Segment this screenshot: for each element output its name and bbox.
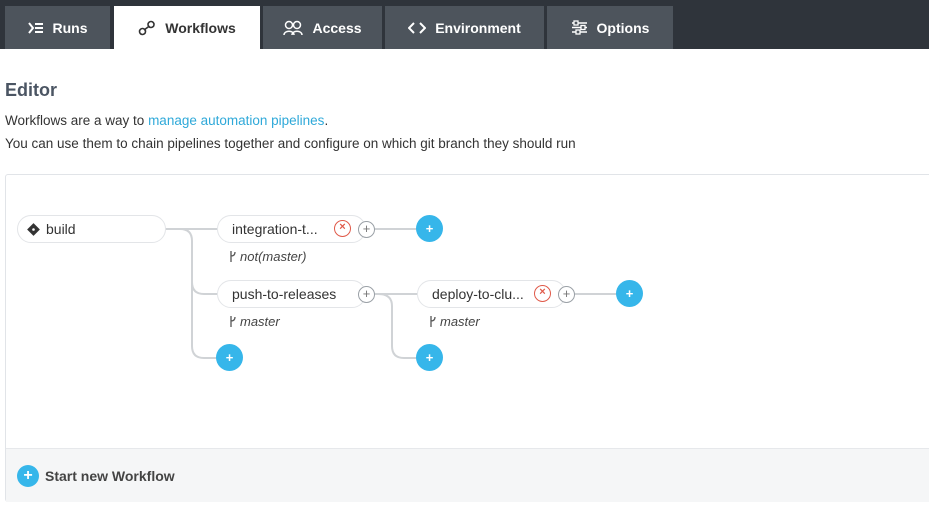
add-workflow-node-button[interactable]: + [416,344,443,371]
add-workflow-node-button[interactable]: + [416,215,443,242]
add-step-button[interactable]: + [358,286,375,303]
node-label: build [46,221,76,237]
branch-icon [430,316,436,327]
remove-node-button[interactable]: × [334,220,351,237]
branch-filter: master [229,314,280,329]
add-step-button[interactable]: + [558,286,575,303]
add-workflow-node-button[interactable]: + [216,344,243,371]
branch-icon [230,251,236,262]
git-icon [27,222,40,236]
start-new-workflow-label: Start new Workflow [45,468,175,484]
branch-filter: not(master) [229,249,306,264]
branch-label: master [240,314,280,329]
node-label: deploy-to-clu... [432,286,524,302]
workflow-node-build[interactable]: build [17,215,166,243]
workflow-connectors [165,228,617,359]
add-step-button[interactable]: + [358,221,375,238]
branch-label: master [440,314,480,329]
branch-label: not(master) [240,249,307,264]
plus-icon: + [17,465,39,487]
branch-icon [230,316,236,327]
start-new-workflow-button[interactable]: + Start new Workflow [17,465,175,487]
node-label: push-to-releases [232,286,337,302]
add-workflow-node-button[interactable]: + [616,280,643,307]
workflow-node-push-to-releases[interactable]: push-to-releases [217,280,366,308]
branch-filter: master [429,314,480,329]
remove-node-button[interactable]: × [534,285,551,302]
node-label: integration-t... [232,221,318,237]
